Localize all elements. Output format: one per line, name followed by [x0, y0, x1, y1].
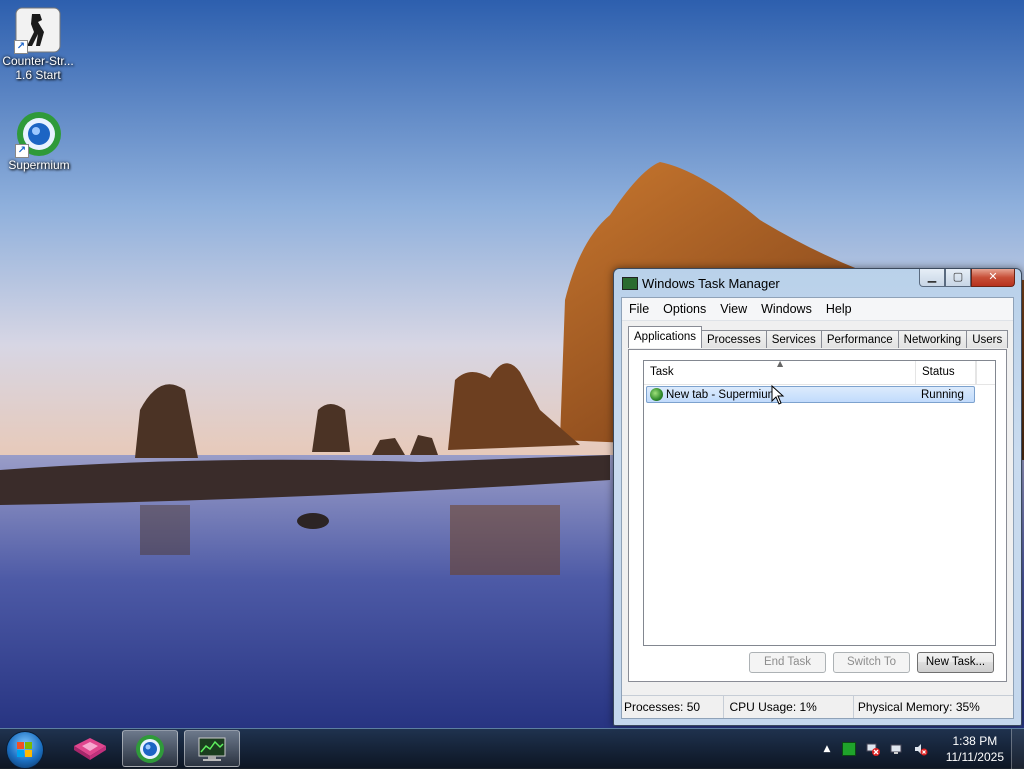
close-button[interactable]: ✕	[971, 269, 1015, 287]
task-name: New tab - Supermium	[666, 388, 778, 401]
tab-applications[interactable]: Applications	[628, 326, 703, 348]
task-status: Running	[921, 388, 964, 401]
taskbar-clock[interactable]: 1:38 PM 11/11/2025	[946, 733, 1004, 765]
volume-muted-icon[interactable]	[914, 742, 928, 756]
tab-performance[interactable]: Performance	[820, 330, 899, 348]
minimize-button[interactable]: ▁	[919, 269, 945, 287]
taskbar-task-manager-button[interactable]	[184, 730, 240, 767]
status-bar: Processes: 50 CPU Usage: 1% Physical Mem…	[622, 695, 1013, 718]
supermium-icon	[650, 388, 663, 401]
supermium-icon: ↗	[15, 110, 63, 158]
tab-services[interactable]: Services	[765, 330, 822, 348]
table-row[interactable]: New tab - Supermium Running	[646, 386, 975, 403]
counter-strike-icon: ↗	[14, 6, 62, 54]
clock-date: 11/11/2025	[945, 750, 1004, 764]
menu-options[interactable]: Options	[656, 302, 713, 316]
taskbar: ▲ 1:38 PM 11/11/2025	[0, 728, 1024, 769]
status-cpu-usage: CPU Usage: 1%	[724, 696, 854, 718]
desktop-icon-label: Counter-Str...	[2, 54, 74, 68]
task-list[interactable]: ▲ Task Status New tab - Supermium Runnin…	[643, 359, 996, 646]
tab-strip: Applications Processes Services Performa…	[628, 326, 1009, 348]
start-button[interactable]	[6, 731, 44, 769]
menu-bar: File Options View Windows Help	[622, 298, 1013, 321]
shortcut-arrow-icon: ↗	[14, 40, 28, 54]
task-manager-icon	[622, 277, 638, 290]
desktop-icon-label: Supermium	[8, 158, 70, 172]
list-header: ▲ Task Status	[644, 359, 995, 385]
task-manager-icon	[198, 737, 226, 761]
status-processes: Processes: 50	[622, 696, 725, 718]
green-status-icon[interactable]	[842, 742, 856, 756]
desktop-icon-counter-strike[interactable]: ↗ Counter-Str... 1.6 Start	[0, 6, 78, 82]
new-task-button[interactable]: New Task...	[917, 652, 994, 673]
column-header-status[interactable]: Status	[916, 361, 976, 384]
desktop-icon-label: 1.6 Start	[15, 68, 61, 82]
window-title: Windows Task Manager	[642, 276, 780, 291]
sort-ascending-icon: ▲	[777, 359, 784, 368]
tab-networking[interactable]: Networking	[897, 330, 968, 348]
network-icon[interactable]	[890, 742, 904, 756]
switch-to-button[interactable]: Switch To	[833, 652, 910, 673]
menu-view[interactable]: View	[713, 302, 754, 316]
shortcut-arrow-icon: ↗	[15, 144, 29, 158]
window-client-area: File Options View Windows Help Applicati…	[621, 297, 1014, 719]
mouse-cursor-icon	[771, 385, 785, 405]
network-error-icon[interactable]	[866, 742, 880, 756]
task-manager-window[interactable]: Windows Task Manager ▁ ▢ ✕ File Options …	[613, 268, 1022, 726]
header-gutter	[976, 361, 995, 384]
taskbar-supermium-button[interactable]	[122, 730, 178, 767]
menu-file[interactable]: File	[622, 302, 656, 316]
menu-windows[interactable]: Windows	[754, 302, 819, 316]
status-physical-memory: Physical Memory: 35%	[857, 700, 980, 714]
applications-panel: ▲ Task Status New tab - Supermium Runnin…	[628, 349, 1007, 682]
system-tray: ▲ 1:38 PM 11/11/2025	[804, 729, 1024, 769]
tab-processes[interactable]: Processes	[701, 330, 767, 348]
maximize-button[interactable]: ▢	[945, 269, 971, 287]
end-task-button[interactable]: End Task	[749, 652, 826, 673]
desktop-icon-supermium[interactable]: ↗ Supermium	[0, 110, 79, 172]
taskbar-vmware-button[interactable]	[62, 730, 118, 767]
show-desktop-button[interactable]	[1011, 729, 1024, 769]
menu-help[interactable]: Help	[819, 302, 859, 316]
windows-logo-icon	[17, 742, 32, 757]
clock-time: 1:38 PM	[952, 734, 998, 748]
vmware-icon	[74, 738, 106, 760]
tab-users[interactable]: Users	[966, 330, 1009, 348]
title-bar[interactable]: Windows Task Manager ▁ ▢ ✕	[614, 269, 1021, 295]
show-hidden-icons-arrow[interactable]: ▲	[820, 742, 834, 756]
supermium-icon	[136, 735, 164, 763]
